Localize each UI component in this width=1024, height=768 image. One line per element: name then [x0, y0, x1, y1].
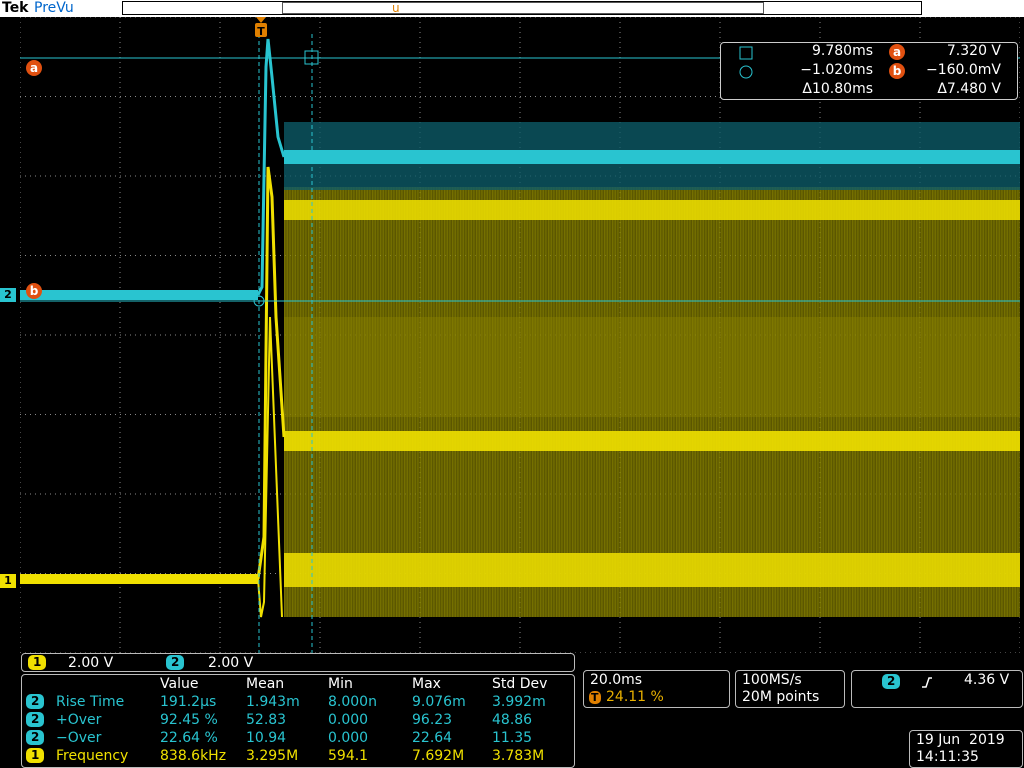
- measurement-value: 92.45 %: [160, 712, 218, 728]
- horizontal-position: 24.11 %: [606, 689, 664, 705]
- ch2-button[interactable]: 2: [166, 655, 185, 670]
- measurement-header: Value: [160, 676, 199, 692]
- circle-cursor-icon: [739, 65, 753, 79]
- measurement-header: Mean: [246, 676, 285, 692]
- measurement-channel-chip: 2: [26, 694, 45, 709]
- measurement-mean: 52.83: [246, 712, 287, 728]
- svg-text:T: T: [257, 25, 265, 38]
- square-cursor-icon: [739, 46, 753, 60]
- measurement-min: 0.000: [328, 712, 369, 728]
- cursor-delta-time: Δ10.80ms: [802, 81, 873, 97]
- cursor-time-1: 9.780ms: [811, 43, 873, 59]
- measurement-min: 594.1: [328, 748, 369, 764]
- rising-edge-icon: [922, 677, 932, 688]
- measurement-name: Frequency: [56, 748, 129, 764]
- cursor-a-icon: a: [889, 44, 905, 60]
- trigger-settings[interactable]: 2 4.36 V: [851, 670, 1023, 708]
- measurement-max: 7.692M: [412, 748, 465, 764]
- date-time: 19 Jun 2019 14:11:35: [909, 730, 1023, 768]
- measurement-max: 22.64: [412, 730, 453, 746]
- cursor-a-value: 7.320 V: [946, 43, 1001, 59]
- record-view-window[interactable]: [282, 2, 764, 14]
- measurement-mean: 10.94: [246, 730, 287, 746]
- cursor-a-label: a: [26, 60, 42, 76]
- measurement-name: −Over: [56, 730, 102, 746]
- measurement-min: 0.000: [328, 730, 369, 746]
- time-per-div: 20.0ms: [590, 672, 643, 688]
- ch1-ground-marker[interactable]: 1: [0, 574, 16, 588]
- measurement-mean: 1.943m: [246, 694, 300, 710]
- measurement-name: Rise Time: [56, 694, 125, 710]
- trigger-level: 4.36 V: [964, 672, 1010, 688]
- measurement-min: 8.000n: [328, 694, 377, 710]
- trigger-position-icon: T: [589, 691, 601, 704]
- ch2-ground-marker[interactable]: 2: [0, 288, 16, 302]
- ch2-scale: 2.00 V: [208, 655, 254, 671]
- horizontal-settings[interactable]: 20.0ms T 24.11 %: [583, 670, 730, 708]
- measurement-max: 96.23: [412, 712, 453, 728]
- brand-logo: Tek: [2, 0, 29, 16]
- time: 14:11:35: [916, 749, 979, 765]
- cursor-delta-voltage: Δ7.480 V: [937, 81, 1001, 97]
- measurement-value: 838.6kHz: [160, 748, 227, 764]
- sample-rate: 100MS/s: [742, 672, 802, 688]
- measurement-header: Std Dev: [492, 676, 548, 692]
- record-length: 20M points: [742, 689, 820, 705]
- measurement-max: 9.076m: [412, 694, 466, 710]
- vertical-settings[interactable]: 1 2.00 V 2 2.00 V: [21, 653, 575, 672]
- ch1-waveform: [20, 166, 1020, 618]
- cursor-readout: 9.780ms −1.020ms Δ10.80ms a 7.320 V b −1…: [720, 42, 1018, 100]
- measurement-header: Max: [412, 676, 441, 692]
- cursor-b-label: b: [26, 283, 42, 299]
- acquisition-settings[interactable]: 100MS/s 20M points: [735, 670, 845, 708]
- measurement-std: 3.992m: [492, 694, 546, 710]
- trigger-position-marker: u: [392, 1, 400, 15]
- measurement-name: +Over: [56, 712, 102, 728]
- measurement-std: 11.35: [492, 730, 533, 746]
- measurement-value: 22.64 %: [160, 730, 218, 746]
- measurement-std: 3.783M: [492, 748, 545, 764]
- cursor-b-value: −160.0mV: [925, 62, 1001, 78]
- measurement-std: 48.86: [492, 712, 533, 728]
- measurement-header: Min: [328, 676, 353, 692]
- measurement-channel-chip: 2: [26, 712, 45, 727]
- waveform-display[interactable]: T: [20, 17, 1020, 653]
- ch1-scale: 2.00 V: [68, 655, 114, 671]
- acquisition-mode: PreVu: [34, 0, 74, 16]
- cursor-time-2: −1.020ms: [800, 62, 873, 78]
- measurement-channel-chip: 1: [26, 748, 45, 763]
- ch1-button[interactable]: 1: [28, 655, 47, 670]
- trigger-source: 2: [882, 674, 901, 689]
- measurement-value: 191.2µs: [160, 694, 217, 710]
- trigger-marker[interactable]: T: [255, 17, 267, 38]
- measurement-channel-chip: 2: [26, 730, 45, 745]
- date: 19 Jun 2019: [916, 732, 1005, 748]
- cursor-b-icon: b: [889, 63, 905, 79]
- measurement-mean: 3.295M: [246, 748, 299, 764]
- measurement-table[interactable]: Value Mean Min Max Std Dev 2 Rise Time 191.2µs…: [21, 674, 575, 768]
